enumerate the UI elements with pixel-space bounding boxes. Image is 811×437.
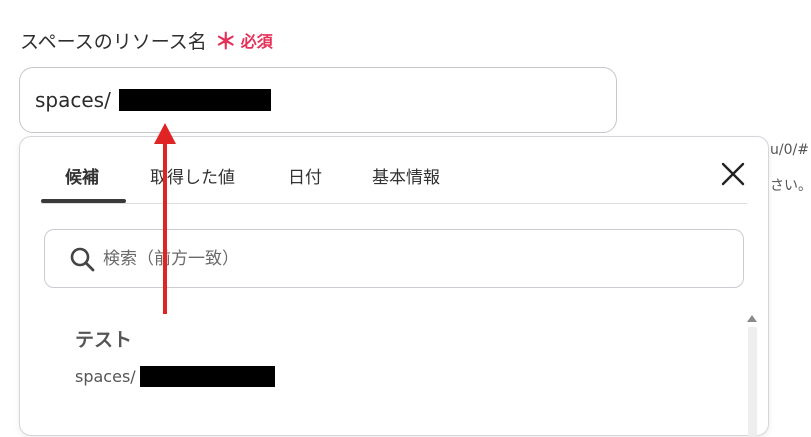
space-resource-value: spaces/ bbox=[35, 88, 111, 112]
scroll-up-arrow-icon[interactable] bbox=[747, 315, 757, 322]
scrollbar-track[interactable] bbox=[748, 327, 757, 437]
search-icon bbox=[70, 247, 95, 271]
search-input[interactable] bbox=[101, 247, 665, 270]
tab-basic-info[interactable]: 基本情報 bbox=[372, 163, 440, 188]
tab-date[interactable]: 日付 bbox=[288, 163, 322, 188]
tab-candidates[interactable]: 候補 bbox=[65, 163, 99, 188]
background-hint-text: u/0/# bbox=[770, 142, 809, 158]
close-icon bbox=[721, 162, 745, 186]
field-label-text: スペースのリソース名 bbox=[20, 30, 207, 53]
suggestion-subtitle-text: spaces/ bbox=[75, 367, 136, 386]
suggestion-title: テスト bbox=[75, 329, 133, 351]
redacted-block bbox=[139, 366, 275, 387]
tab-divider bbox=[41, 203, 747, 204]
space-resource-input[interactable]: spaces/ bbox=[19, 67, 617, 133]
value-picker-popup: 候補 取得した値 日付 基本情報 テスト spaces/ bbox=[19, 136, 769, 437]
required-asterisk: ＊ bbox=[214, 30, 237, 55]
suggestion-item[interactable]: テスト spaces/ bbox=[75, 325, 275, 387]
redacted-block bbox=[118, 89, 271, 111]
close-button[interactable] bbox=[720, 161, 746, 187]
required-badge: 必須 bbox=[240, 32, 273, 51]
background-hint-text: さい。例 bbox=[770, 178, 811, 194]
field-label: スペースのリソース名 ＊ 必須 bbox=[20, 24, 273, 56]
search-box bbox=[44, 229, 744, 288]
suggestion-subtitle: spaces/ bbox=[75, 366, 275, 387]
red-arrow-annotation bbox=[154, 123, 176, 314]
